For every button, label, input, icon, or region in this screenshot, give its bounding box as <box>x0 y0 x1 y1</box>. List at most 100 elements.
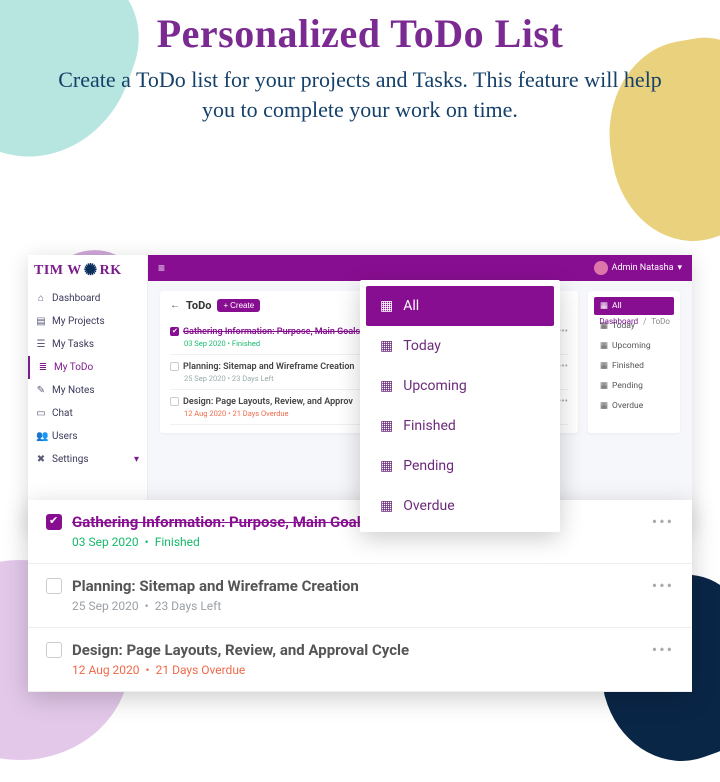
dropdown-item-pending[interactable]: ▦ Pending <box>366 446 554 486</box>
sidebar-item-label: My Projects <box>52 316 105 327</box>
sidebar-item-label: Chat <box>52 408 73 419</box>
sidebar-item-label: My ToDo <box>54 362 93 373</box>
filter-label: All <box>612 301 622 311</box>
hamburger-icon[interactable]: ≡ <box>158 261 165 275</box>
tasks-icon: ☰ <box>36 339 46 350</box>
avatar <box>594 261 608 275</box>
breadcrumb-sep: / <box>640 317 649 326</box>
sidebar-item-label: My Tasks <box>52 339 94 350</box>
more-icon[interactable]: ••• <box>652 576 674 595</box>
dropdown-label: Overdue <box>403 498 454 514</box>
sidebar-item-label: Users <box>52 431 78 442</box>
dropdown-item-all[interactable]: ▦ All <box>366 286 554 326</box>
todo-item-title: Design: Page Layouts, Review, and Approv… <box>72 641 409 659</box>
chevron-down-icon: ▾ <box>134 454 139 465</box>
create-button[interactable]: +Create <box>217 299 260 312</box>
sidebar-item-tasks[interactable]: ☰ My Tasks <box>28 333 147 356</box>
filter-pending[interactable]: ▦ Pending <box>594 377 674 395</box>
dropdown-label: Pending <box>403 458 454 474</box>
calendar-icon: ▦ <box>380 298 393 314</box>
sidebar-item-label: Dashboard <box>52 293 100 304</box>
gear-icon: ✖ <box>36 454 46 465</box>
create-label: Create <box>230 301 254 310</box>
hero-section: Personalized ToDo List Create a ToDo lis… <box>0 0 720 124</box>
sidebar-item-chat[interactable]: ▭ Chat <box>28 402 147 425</box>
todo-item-meta: 25 Sep 2020•23 Days Left <box>72 599 674 613</box>
filter-finished[interactable]: ▦ Finished <box>594 357 674 375</box>
breadcrumb-leaf: ToDo <box>651 317 670 326</box>
filter-label: Upcoming <box>612 341 651 351</box>
breadcrumb-root[interactable]: Dashboard <box>599 317 638 326</box>
dropdown-item-upcoming[interactable]: ▦ Upcoming <box>366 366 554 406</box>
hero-subtitle: Create a ToDo list for your projects and… <box>40 65 680 124</box>
dropdown-item-today[interactable]: ▦ Today <box>366 326 554 366</box>
sidebar-item-projects[interactable]: ▤ My Projects <box>28 310 147 333</box>
filter-overdue[interactable]: ▦ Overdue <box>594 397 674 415</box>
sidebar-item-notes[interactable]: ✎ My Notes <box>28 379 147 402</box>
checkbox-icon[interactable] <box>46 642 62 658</box>
todo-item-title: Design: Page Layouts, Review, and Approv <box>183 397 353 407</box>
calendar-icon: ▦ <box>600 341 608 351</box>
checkbox-icon[interactable] <box>170 362 179 371</box>
users-icon: 👥 <box>36 431 46 442</box>
filter-label: Overdue <box>612 401 643 411</box>
filter-label: Pending <box>612 381 643 391</box>
user-menu[interactable]: Admin Natasha ▾ <box>594 261 682 275</box>
layers-icon: ▤ <box>36 316 46 327</box>
more-icon[interactable]: ••• <box>652 640 674 659</box>
checkbox-icon[interactable] <box>170 327 179 336</box>
todo-item-title: Gathering Information: Purpose, Main Goa… <box>183 327 360 337</box>
checkbox-icon[interactable] <box>46 578 62 594</box>
filter-dropdown: ▦ All ▦ Today ▦ Upcoming ▦ Finished ▦ Pending… <box>360 280 560 532</box>
brand-logo: TIM W✺RK <box>28 255 147 287</box>
checkbox-icon[interactable] <box>170 397 179 406</box>
sidebar-item-settings[interactable]: ✖ Settings ▾ <box>28 448 147 471</box>
topbar: ≡ Admin Natasha ▾ <box>148 255 692 281</box>
dropdown-label: Today <box>403 338 441 354</box>
home-icon: ⌂ <box>36 293 46 304</box>
filter-upcoming[interactable]: ▦ Upcoming <box>594 337 674 355</box>
calendar-icon: ▦ <box>380 458 393 474</box>
dropdown-label: Upcoming <box>403 378 467 394</box>
sidebar-item-label: Settings <box>52 454 89 465</box>
hero-title: Personalized ToDo List <box>0 10 720 57</box>
sidebar-item-dashboard[interactable]: ⌂ Dashboard <box>28 287 147 310</box>
calendar-icon: ▦ <box>380 338 393 354</box>
calendar-icon: ▦ <box>380 378 393 394</box>
list-icon: ≣ <box>38 362 48 373</box>
dropdown-item-finished[interactable]: ▦ Finished <box>366 406 554 446</box>
calendar-icon: ▦ <box>380 418 393 434</box>
sidebar-item-users[interactable]: 👥 Users <box>28 425 147 448</box>
note-icon: ✎ <box>36 385 46 396</box>
todo-item-title: Planning: Sitemap and Wireframe Creation <box>183 362 354 372</box>
todo-item[interactable]: Planning: Sitemap and Wireframe Creation… <box>28 564 692 628</box>
filter-label: Finished <box>612 361 644 371</box>
arrow-left-icon[interactable]: ← <box>170 300 180 311</box>
sidebar: TIM W✺RK ⌂ Dashboard ▤ My Projects ☰ My Tas… <box>28 255 148 530</box>
breadcrumb: Dashboard / ToDo <box>599 317 670 326</box>
calendar-icon: ▦ <box>380 498 393 514</box>
dropdown-label: Finished <box>403 418 456 434</box>
chevron-down-icon: ▾ <box>677 263 682 273</box>
plus-icon: + <box>223 301 228 310</box>
sidebar-item-label: My Notes <box>52 385 95 396</box>
todo-item-meta: 03 Sep 2020•Finished <box>72 535 674 549</box>
filter-panel: ▦All ▦Today ▦Upcoming ▦Finished ▦Pending… <box>588 291 680 433</box>
checkbox-icon[interactable] <box>46 514 62 530</box>
sidebar-item-todo[interactable]: ≣ My ToDo <box>28 356 147 379</box>
dropdown-item-overdue[interactable]: ▦ Overdue <box>366 486 554 526</box>
brand-text-pre: TIM W <box>34 263 82 279</box>
more-icon[interactable]: ••• <box>652 512 674 531</box>
calendar-icon: ▦ <box>600 301 608 311</box>
calendar-icon: ▦ <box>600 381 608 391</box>
filter-all[interactable]: ▦ All <box>594 297 674 315</box>
brand-text-post: RK <box>100 263 122 279</box>
calendar-icon: ▦ <box>600 401 608 411</box>
todo-item[interactable]: Design: Page Layouts, Review, and Approv… <box>28 628 692 692</box>
chat-icon: ▭ <box>36 408 46 419</box>
todo-heading: ToDo <box>186 299 211 312</box>
todo-item-title: Planning: Sitemap and Wireframe Creation <box>72 577 359 595</box>
todo-item-meta: 12 Aug 2020•21 Days Overdue <box>72 663 674 677</box>
dropdown-label: All <box>403 298 419 314</box>
calendar-icon: ▦ <box>600 361 608 371</box>
